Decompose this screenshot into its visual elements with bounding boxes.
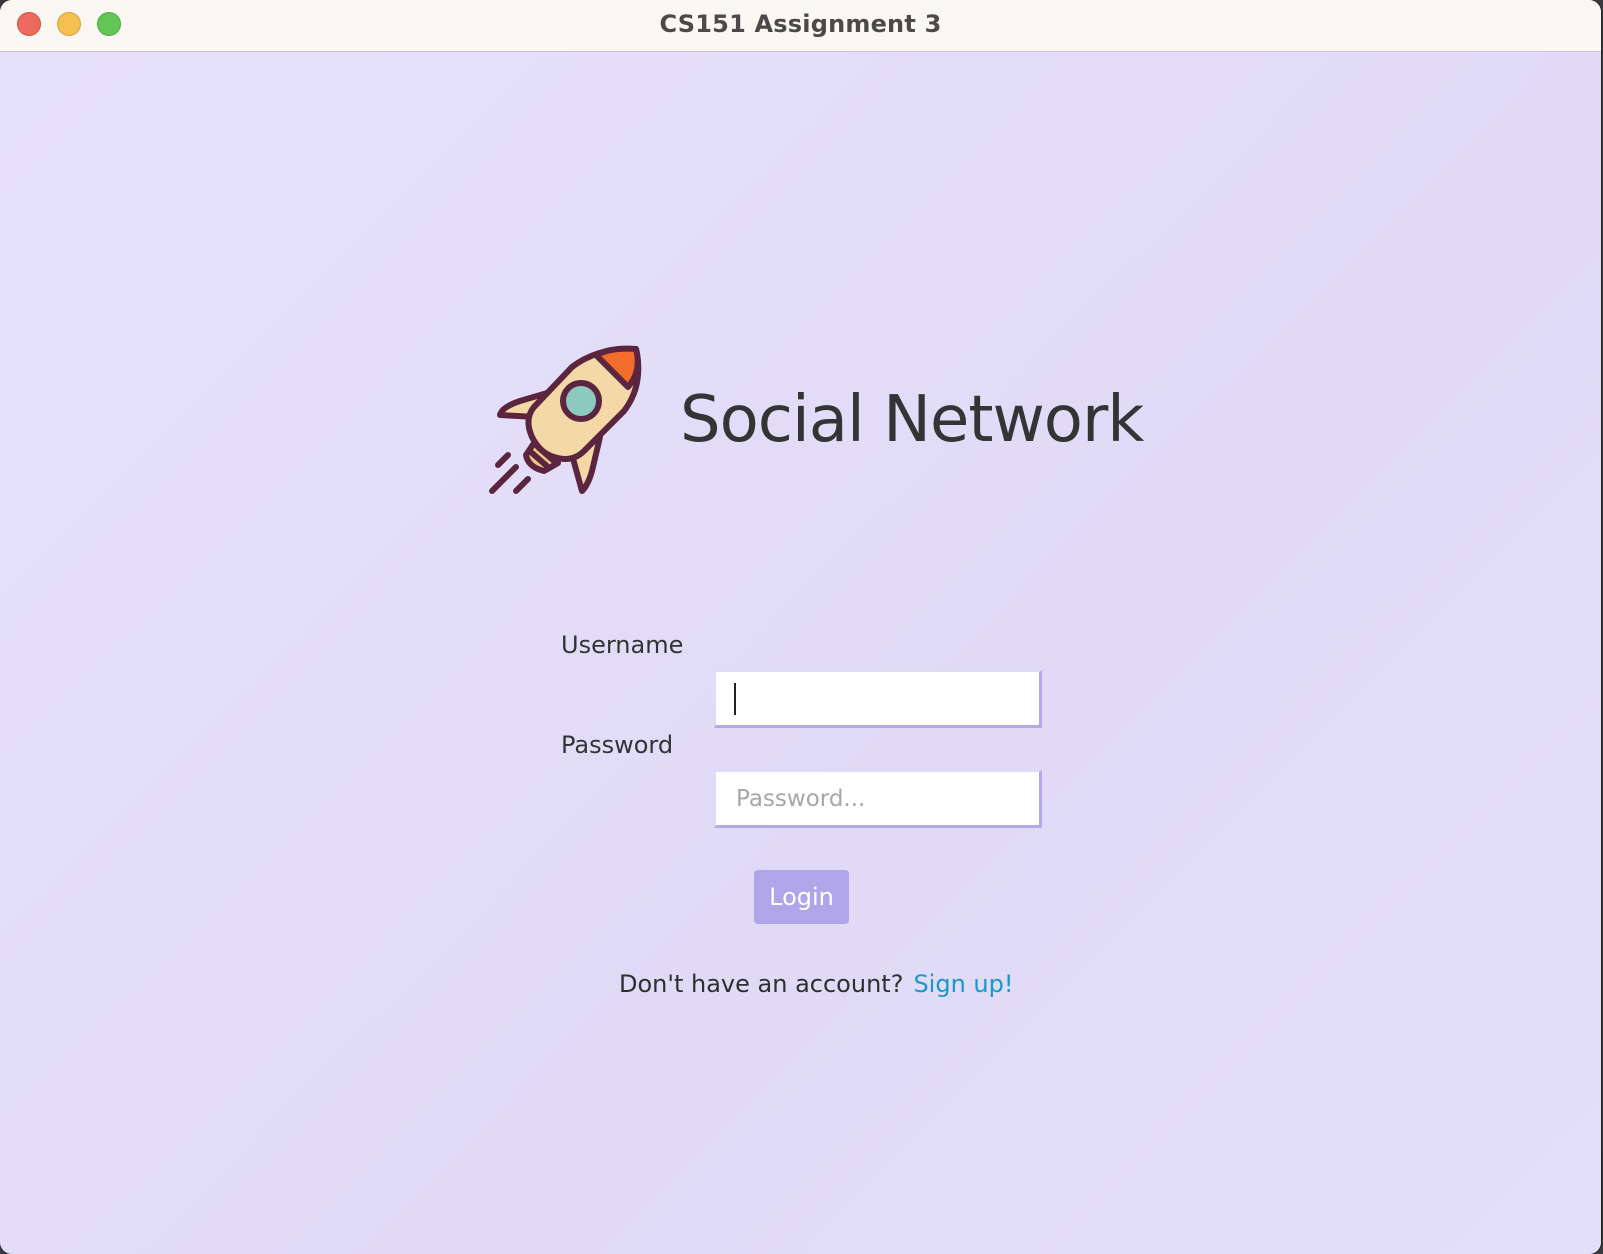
login-button[interactable]: Login <box>754 870 849 924</box>
signup-link[interactable]: Sign up! <box>913 970 1013 998</box>
password-input[interactable] <box>714 770 1042 828</box>
title-bar[interactable]: CS151 Assignment 3 <box>0 0 1601 52</box>
window-title: CS151 Assignment 3 <box>659 10 942 38</box>
signup-row: Don't have an account? Sign up! <box>619 970 1013 998</box>
username-input[interactable] <box>714 670 1042 728</box>
password-label: Password <box>561 731 674 759</box>
text-cursor <box>734 683 736 715</box>
signup-prompt: Don't have an account? <box>619 970 904 998</box>
rocket-icon <box>489 345 642 494</box>
app-title: Social Network <box>680 383 1144 457</box>
login-screen: Social Network Username Password Login D… <box>0 53 1601 1254</box>
app-window: CS151 Assignment 3 Social Network Userna… <box>0 0 1601 1254</box>
username-label: Username <box>561 631 684 659</box>
